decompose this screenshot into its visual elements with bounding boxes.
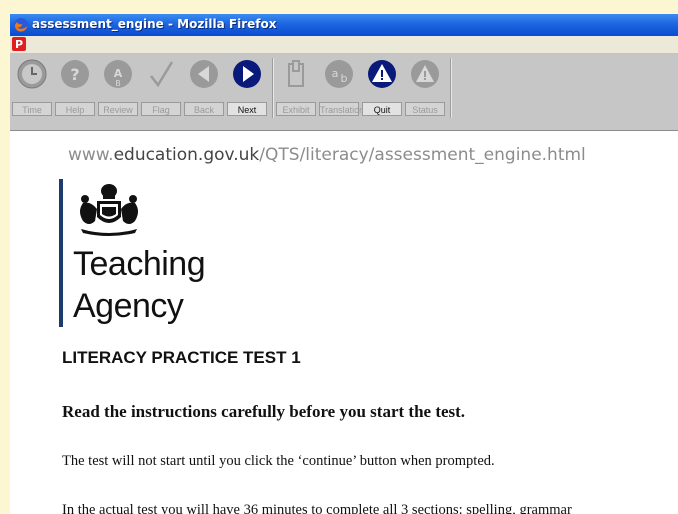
flag-button[interactable]: Flag <box>141 58 181 122</box>
window-title: assessment_engine - Mozilla Firefox <box>32 17 277 31</box>
help-button[interactable]: ? Help <box>55 58 95 122</box>
time-label: Time <box>12 102 52 116</box>
page-heading: LITERACY PRACTICE TEST 1 <box>62 348 301 367</box>
page-content: www.education.gov.uk/QTS/literacy/assess… <box>10 131 678 514</box>
exhibit-label: Exhibit <box>276 102 316 116</box>
toolbar-separator <box>450 58 452 118</box>
help-icon: ? <box>61 60 89 88</box>
url-domain: education.gov.uk <box>113 145 260 165</box>
instruction-text: Read the instructions carefully before y… <box>62 402 466 421</box>
svg-text:B: B <box>115 79 121 88</box>
review-label: Review <box>98 102 138 116</box>
quit-label: Quit <box>362 102 402 116</box>
url-path: /QTS/literacy/assessment_engine.html <box>259 145 586 165</box>
translation-label: Translation <box>319 102 364 116</box>
help-label: Help <box>55 102 95 116</box>
agency-name-line1: Teaching <box>73 245 206 283</box>
checkmark-icon <box>150 61 174 88</box>
exhibit-button[interactable]: Exhibit <box>276 58 316 122</box>
svg-text:b: b <box>341 72 348 85</box>
back-button[interactable]: Back <box>184 58 224 122</box>
browser-window: assessment_engine - Mozilla Firefox P Ti… <box>10 14 678 514</box>
title-bar: assessment_engine - Mozilla Firefox <box>10 14 678 36</box>
paragraph-continue: The test will not start until you click … <box>62 453 495 469</box>
logo-bar <box>59 179 63 327</box>
firefox-icon <box>14 18 28 32</box>
quit-button[interactable]: Quit <box>362 58 402 122</box>
back-arrow-icon <box>190 60 218 88</box>
clock-icon <box>17 59 47 89</box>
url-prefix: www. <box>68 145 114 165</box>
agency-name-line2: Agency <box>73 287 184 325</box>
svg-text:?: ? <box>70 65 79 84</box>
svg-text:P: P <box>15 38 23 51</box>
toolbar-separator <box>272 58 274 118</box>
status-label: Status <box>405 102 445 116</box>
translation-button[interactable]: ab Translation <box>319 58 364 122</box>
review-button[interactable]: AB Review <box>98 58 138 122</box>
translation-icon: ab <box>325 60 353 88</box>
royal-crest-icon <box>80 184 138 236</box>
app-icon[interactable]: P <box>12 37 26 51</box>
menu-bar: P <box>10 36 678 54</box>
next-button[interactable]: Next <box>227 58 267 122</box>
exhibit-icon <box>288 60 304 87</box>
page-url: www.education.gov.uk/QTS/literacy/assess… <box>68 145 586 165</box>
time-button[interactable]: Time <box>12 58 52 122</box>
flag-label: Flag <box>141 102 181 116</box>
back-label: Back <box>184 102 224 116</box>
paragraph-time-limit: In the actual test you will have 36 minu… <box>62 502 572 514</box>
test-toolbar: Time ? Help AB Review Flag Back Next Exh… <box>10 54 678 131</box>
next-label: Next <box>227 102 267 116</box>
review-icon: AB <box>104 60 132 88</box>
svg-text:a: a <box>332 67 339 80</box>
warning-icon <box>368 60 396 88</box>
next-arrow-icon <box>233 60 261 88</box>
status-icon <box>411 60 439 88</box>
status-button[interactable]: Status <box>405 58 445 122</box>
